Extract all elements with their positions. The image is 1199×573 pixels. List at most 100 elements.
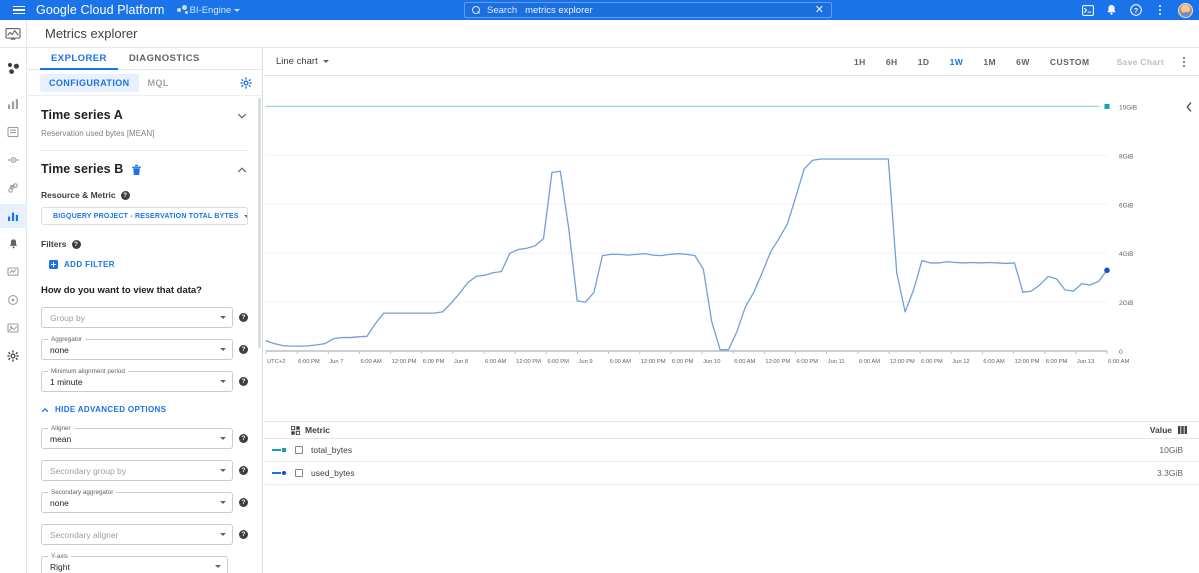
cloud-shell-icon[interactable] [1081,4,1094,17]
svg-text:6:00 AM: 6:00 AM [983,359,1004,365]
aggregator-label: Aggregator [48,335,86,343]
tab-explorer[interactable]: EXPLORER [40,48,118,70]
range-custom[interactable]: CUSTOM [1040,53,1100,71]
range-1m[interactable]: 1M [973,53,1006,71]
sidebar-item-integrations[interactable] [0,148,27,172]
time-series-b-section: Time series B Resource & Metric ? BIGQUE… [27,151,262,269]
sidebar-item-uptime-checks[interactable] [0,260,27,284]
hide-advanced-options-button[interactable]: HIDE ADVANCED OPTIONS [41,405,248,414]
sidebar-item-dashboards[interactable] [0,92,27,116]
panel-tabs: EXPLORER DIAGNOSTICS [27,48,262,70]
panel-mode-row: CONFIGURATION MQL [27,70,262,96]
avatar[interactable] [1178,2,1193,18]
secondary-aligner-value: Secondary aligner [50,529,119,540]
hamburger-icon[interactable] [6,5,32,15]
tab-diagnostics[interactable]: DIAGNOSTICS [118,48,211,70]
sidebar-item-alerting[interactable] [0,232,27,256]
group-by-select[interactable]: Group by [41,307,233,328]
time-range-group: 1H 6H 1D 1W 1M 6W CUSTOM Save Chart [844,53,1191,71]
clear-search-icon[interactable]: ✕ [815,4,824,16]
svg-text:6:00 PM: 6:00 PM [547,359,569,365]
tab-mql[interactable]: MQL [139,74,178,92]
chevron-down-icon [215,565,221,568]
help-icon[interactable]: ? [239,313,248,322]
top-bar-actions: ? [1081,0,1193,20]
panel-scrollbar[interactable] [258,98,261,348]
trash-icon[interactable] [131,163,142,175]
search-value: metrics explorer [525,4,593,16]
legend-row-checkbox[interactable] [295,469,303,477]
secondary-aligner-select[interactable]: Secondary aligner [41,524,233,545]
chart-pane: Line chart 1H 6H 1D 1W 1M 6W CUSTOM Save… [264,48,1199,573]
help-icon[interactable]: ? [239,530,248,539]
legend-row-used-bytes[interactable]: used_bytes 3.3GiB [264,462,1199,485]
sidebar-item-services[interactable] [0,120,27,144]
help-icon[interactable]: ? [239,377,248,386]
notifications-icon[interactable] [1105,4,1118,17]
aggregator-select[interactable]: Aggregator none [41,335,233,360]
secondary-aggregator-select[interactable]: Secondary aggregator none [41,488,233,513]
chevron-up-icon[interactable] [236,163,248,175]
sidebar-item-settings[interactable] [0,344,27,368]
add-filter-button[interactable]: ADD FILTER [41,260,248,269]
resource-metric-text: Resource & Metric [41,190,116,200]
project-selector[interactable]: BI-Engine [176,5,241,16]
time-series-a-subtitle: Reservation used bytes [MEAN] [41,129,155,138]
sidebar-item-slo[interactable] [0,316,27,340]
svg-text:Jun 7: Jun 7 [329,359,343,365]
project-icon [176,5,187,15]
legend-row-total-bytes[interactable]: total_bytes 10GiB [264,439,1199,462]
y-axis-label: Y-axis [48,552,71,560]
range-6w[interactable]: 6W [1006,53,1040,71]
range-1d[interactable]: 1D [908,53,940,71]
secondary-group-by-select[interactable]: Secondary group by [41,460,233,481]
sidebar-item-metrics-explorer[interactable] [0,204,27,228]
svg-text:6:00 AM: 6:00 AM [485,359,506,365]
help-icon[interactable]: ? [239,498,248,507]
metrics-line-chart[interactable]: 10GiB 8GiB 6GiB 4GiB 2GiB 0 UTC+2 6:00 PM Jun 7 6… [264,76,1199,421]
help-icon[interactable]: ? [120,190,130,200]
aligner-select[interactable]: Aligner mean [41,424,233,449]
chevron-down-icon [220,437,226,440]
chevron-down-icon[interactable] [236,109,248,121]
svg-text:0: 0 [1119,349,1123,356]
search-input[interactable]: Search metrics explorer ✕ [464,2,832,18]
range-1h[interactable]: 1H [844,53,876,71]
range-6h[interactable]: 6H [876,53,908,71]
help-icon[interactable]: ? [71,239,81,249]
aggregator-row: Aggregator none ? [41,335,248,360]
help-icon[interactable]: ? [239,345,248,354]
range-1w[interactable]: 1W [940,53,974,71]
chart-type-select[interactable]: Line chart [276,56,329,67]
svg-text:12:00 PM: 12:00 PM [1015,359,1040,365]
help-icon[interactable]: ? [239,466,248,475]
metric-selector-chip[interactable]: BIGQUERY PROJECT - RESERVATION TOTAL BYT… [41,207,248,225]
time-series-a-title: Time series A [41,108,123,122]
more-options-icon[interactable] [1153,2,1167,18]
y-axis-select[interactable]: Y-axis Right [41,552,228,573]
sidebar-item-groups[interactable] [0,288,27,312]
secondary-group-by-row: Secondary group by ? [41,460,248,481]
aligner-row: Aligner mean ? [41,424,248,449]
svg-text:6:00 PM: 6:00 PM [423,359,445,365]
svg-text:12:00 PM: 12:00 PM [641,359,666,365]
svg-text:Jun 12: Jun 12 [952,359,969,365]
aligner-label: Aligner [48,424,74,432]
series-color-swatch [272,446,286,454]
gear-icon[interactable] [238,75,254,91]
sidebar-item-overview[interactable] [0,56,27,80]
chevron-down-icon [220,348,226,351]
help-icon[interactable]: ? [1129,4,1142,17]
mode-toggle-group: CONFIGURATION MQL [40,73,178,92]
chart-more-options-icon[interactable] [1177,54,1191,70]
secondary-aligner-row: Secondary aligner ? [41,524,248,545]
legend-row-checkbox[interactable] [295,446,303,454]
search-icon [472,5,481,15]
min-alignment-period-select[interactable]: Minimum alignment period 1 minute [41,367,233,392]
save-chart-button[interactable]: Save Chart [1108,53,1173,71]
chart-plot-area: 10GiB 8GiB 6GiB 4GiB 2GiB 0 UTC+2 6:00 PM Jun 7 6… [264,76,1199,421]
tab-configuration[interactable]: CONFIGURATION [40,73,139,92]
help-icon[interactable]: ? [239,434,248,443]
sidebar-item-links[interactable] [0,176,27,200]
secondary-aggregator-row: Secondary aggregator none ? [41,488,248,513]
